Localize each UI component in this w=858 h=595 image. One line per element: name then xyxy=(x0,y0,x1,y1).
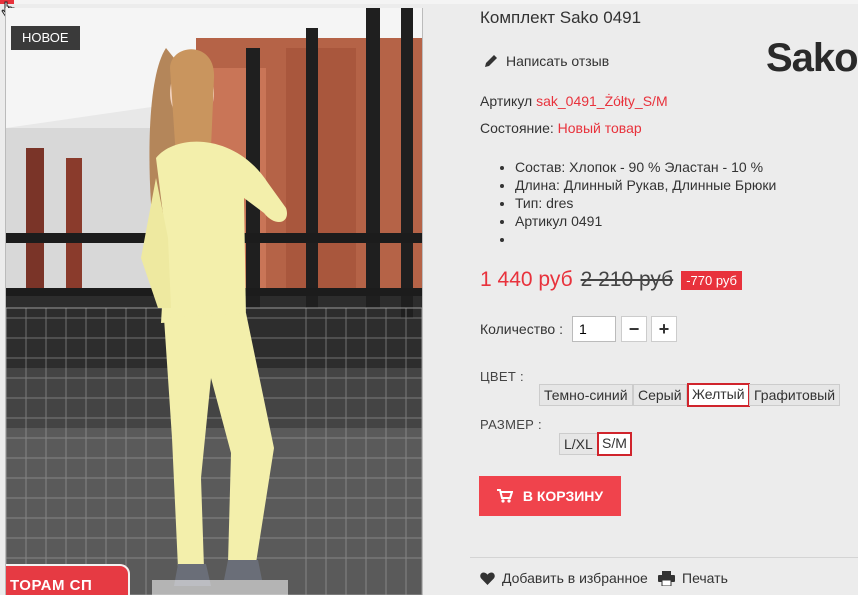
color-option-graphite[interactable]: Графитовый xyxy=(749,384,841,406)
write-review-label: Написать отзыв xyxy=(506,53,610,69)
quantity-input[interactable] xyxy=(572,316,616,342)
add-to-cart-label: В КОРЗИНУ xyxy=(522,488,604,504)
product-title: Комплект Sako 0491 xyxy=(480,8,642,27)
print-link[interactable]: Печать xyxy=(658,570,728,586)
price-row: 1 440 руб 2 210 руб -770 руб xyxy=(480,268,742,292)
cart-icon xyxy=(496,489,513,503)
list-item: Тип: dres xyxy=(515,194,776,212)
sku-line: Артикул sak_0491_Żółty_S/M xyxy=(480,93,668,109)
size-label: РАЗМЕР : xyxy=(480,417,542,432)
condition-line: Состояние: Новый товар xyxy=(480,120,642,136)
quantity-plus-button[interactable]: + xyxy=(651,316,677,342)
condition-label: Состояние: xyxy=(480,120,554,136)
sku-value: sak_0491_Żółty_S/M xyxy=(536,93,668,109)
list-item xyxy=(515,230,776,248)
condition-value: Новый товар xyxy=(557,120,642,136)
brand-logo[interactable]: Sako xyxy=(766,36,858,81)
quantity-label: Количество : xyxy=(480,321,563,337)
list-item: Состав: Хлопок - 90 % Эластан - 10 % xyxy=(515,158,776,176)
add-to-wishlist-link[interactable]: Добавить в избранное xyxy=(480,570,648,586)
divider xyxy=(470,557,858,558)
size-option-sm[interactable]: S/M xyxy=(597,432,632,456)
price-current: 1 440 руб xyxy=(480,268,573,291)
heart-icon xyxy=(480,572,495,585)
color-option-dark-blue[interactable]: Темно-синий xyxy=(539,384,633,406)
thumbnail-strip[interactable] xyxy=(152,580,288,595)
add-to-cart-button[interactable]: В КОРЗИНУ xyxy=(479,476,621,516)
size-option-lxl[interactable]: L/XL xyxy=(559,433,598,455)
quantity-minus-button[interactable]: − xyxy=(621,316,647,342)
feature-list: Состав: Хлопок - 90 % Эластан - 10 % Дли… xyxy=(497,158,776,248)
printer-icon xyxy=(658,570,675,586)
color-label: ЦВЕТ : xyxy=(480,369,524,384)
list-item: Длина: Длинный Рукав, Длинные Брюки xyxy=(515,176,776,194)
new-badge: НОВОЕ xyxy=(11,26,80,50)
product-image xyxy=(6,8,422,595)
color-option-yellow[interactable]: Желтый xyxy=(687,383,750,407)
price-old: 2 210 руб xyxy=(580,268,674,291)
wishlist-label: Добавить в избранное xyxy=(502,570,648,586)
product-photo[interactable]: НОВОЕ ТОРАМ СП xyxy=(5,8,423,595)
list-item: Артикул 0491 xyxy=(515,212,776,230)
top-strip xyxy=(0,0,858,4)
write-review-link[interactable]: Написать отзыв xyxy=(484,53,609,69)
promo-badge[interactable]: ТОРАМ СП xyxy=(6,564,130,595)
sku-label: Артикул xyxy=(480,93,533,109)
pencil-icon xyxy=(485,55,497,67)
print-label: Печать xyxy=(682,570,728,586)
discount-badge: -770 руб xyxy=(681,270,742,290)
color-option-grey[interactable]: Серый xyxy=(633,384,687,406)
